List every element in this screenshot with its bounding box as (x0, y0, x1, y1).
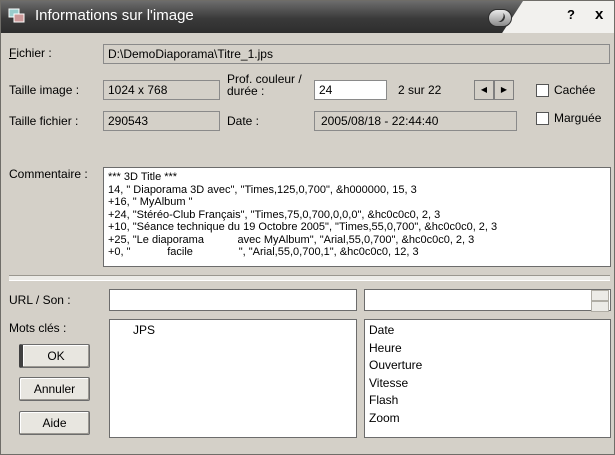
list-item[interactable]: Ouverture (369, 357, 606, 375)
comment-line: +10, "Séance technique du 19 Octobre 200… (108, 221, 498, 233)
previous-image-button[interactable]: ◀ (474, 80, 494, 100)
url-son-input[interactable] (109, 289, 357, 311)
url-son-input-2[interactable] (364, 289, 611, 311)
url-son-spinner[interactable] (591, 290, 609, 312)
list-item[interactable]: Flash (369, 392, 606, 410)
mots-cles-list[interactable]: JPS (109, 319, 357, 438)
list-item[interactable]: Date (369, 322, 606, 340)
marquee-label[interactable]: Marguée (554, 111, 601, 125)
date-field: 2005/08/18 - 22:44:40 (314, 111, 517, 131)
comment-line: 14, " Diaporama 3D avec", "Times,125,0,7… (108, 183, 417, 196)
position-text: 2 sur 22 (398, 83, 442, 97)
annuler-button[interactable]: Annuler (19, 377, 90, 401)
list-item[interactable]: Zoom (369, 410, 606, 428)
image-info-dialog: Informations sur l'image ? x Fichier : D… (0, 0, 615, 455)
mots-cles-label: Mots clés : (9, 321, 67, 335)
comment-line: +24, "Stéréo-Club Français", "Times,75,0… (108, 208, 441, 221)
taille-image-field: 1024 x 768 (103, 80, 220, 100)
prof-couleur-label: Prof. couleur / durée : (227, 72, 302, 98)
window-title: Informations sur l'image (35, 7, 194, 24)
prof-couleur-field[interactable]: 24 (314, 80, 387, 100)
marquee-checkbox[interactable] (536, 112, 549, 125)
taille-fichier-label: Taille fichier : (9, 114, 79, 128)
taille-image-label: Taille image : (9, 83, 80, 97)
spin-down-button[interactable] (591, 301, 609, 312)
rollup-button[interactable] (488, 9, 512, 27)
title-bar[interactable]: Informations sur l'image ? x (1, 1, 614, 33)
url-son-label: URL / Son : (9, 293, 71, 307)
list-item[interactable]: Vitesse (369, 375, 606, 393)
list-item[interactable]: Heure (369, 340, 606, 358)
commentaire-textarea[interactable]: *** 3D Title *** 14, " Diaporama 3D avec"… (103, 167, 611, 267)
taille-fichier-field: 290543 (103, 111, 220, 131)
fichier-field: D:\DemoDiaporama\Titre_1.jps (103, 44, 610, 64)
spin-up-button[interactable] (591, 290, 609, 301)
comment-line: +25, "Le diaporama avec MyAlbum", "Arial… (108, 233, 475, 246)
fichier-label: Fichier : (9, 46, 52, 60)
splitter[interactable] (9, 275, 610, 281)
app-icon (8, 8, 25, 23)
close-button[interactable]: x (595, 6, 603, 23)
cachee-label[interactable]: Cachée (554, 83, 595, 97)
ok-button[interactable]: OK (19, 344, 90, 368)
comment-line: *** 3D Title *** (108, 171, 178, 183)
list-item[interactable]: JPS (133, 322, 352, 340)
comment-line: +0, " facile ", "Arial,55,0,700,1", &hc0… (108, 246, 419, 258)
cachee-checkbox[interactable] (536, 84, 549, 97)
next-image-button[interactable]: ▶ (494, 80, 514, 100)
help-button[interactable]: ? (567, 7, 575, 22)
date-label: Date : (227, 114, 260, 128)
commentaire-label: Commentaire : (9, 167, 88, 181)
comment-line: +16, " MyAlbum " (108, 196, 193, 208)
aide-button[interactable]: Aide (19, 411, 90, 435)
champs-list[interactable]: Date Heure Ouverture Vitesse Flash Zoom (364, 319, 611, 438)
